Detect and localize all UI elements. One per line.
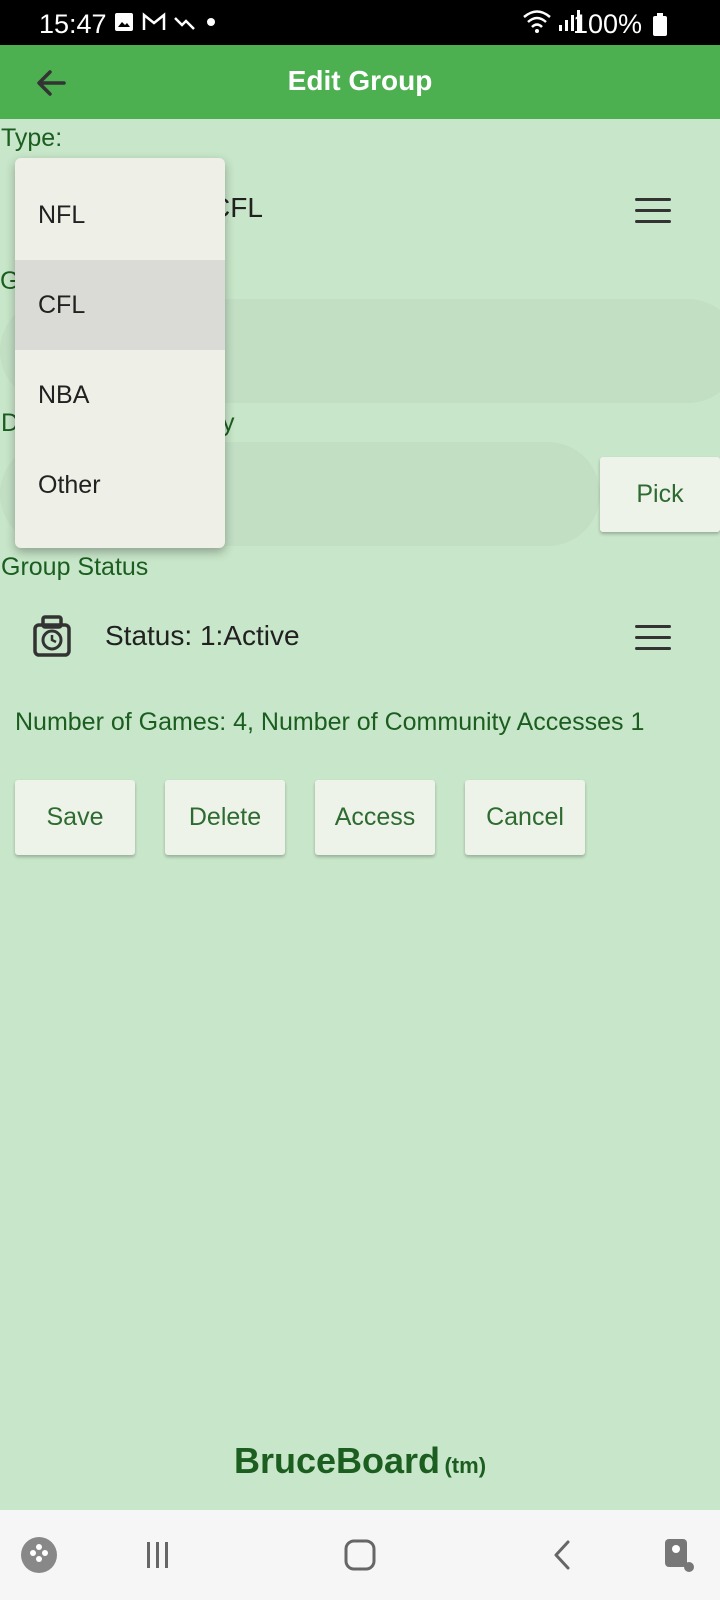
system-nav-bar: [0, 1510, 720, 1600]
gmail-icon: [142, 12, 166, 37]
dropdown-option-nba[interactable]: NBA: [15, 350, 225, 440]
home-icon[interactable]: [337, 1532, 383, 1578]
status-time: 15:47: [39, 9, 107, 39]
type-label: Type:: [1, 124, 63, 152]
assist-icon[interactable]: [656, 1532, 702, 1578]
brand-name: BruceBoard: [233, 1440, 441, 1481]
info-text: Number of Games: 4, Number of Community …: [15, 708, 645, 736]
battery-percent: 100%: [572, 9, 642, 39]
type-dropdown-menu: NFL CFL NBA Other: [15, 158, 225, 548]
page-title: Edit Group: [287, 65, 433, 96]
pick-button[interactable]: Pick: [600, 457, 720, 532]
dropdown-option-other[interactable]: Other: [15, 440, 225, 530]
group-status-label: Group Status: [1, 553, 149, 581]
status-menu-icon[interactable]: [635, 625, 671, 653]
status-value[interactable]: Status: 1:Active: [105, 620, 300, 652]
game-launcher-icon[interactable]: [16, 1532, 62, 1578]
delete-button[interactable]: Delete: [165, 780, 285, 855]
type-menu-icon[interactable]: [635, 198, 671, 226]
image-icon: [114, 12, 134, 37]
save-button[interactable]: Save: [15, 780, 135, 855]
wifi-icon: [522, 8, 552, 41]
app-bar: Edit Group: [0, 45, 720, 119]
dot-icon: [204, 12, 218, 37]
access-button[interactable]: Access: [315, 780, 435, 855]
battery-icon: [652, 13, 668, 44]
recents-icon[interactable]: [135, 1532, 181, 1578]
status-bar: 15:47 100%: [0, 0, 720, 45]
cancel-button[interactable]: Cancel: [465, 780, 585, 855]
brand-tm: (tm): [444, 1453, 487, 1478]
trend-icon: [174, 12, 196, 37]
dropdown-option-cfl[interactable]: CFL: [15, 260, 225, 350]
brand-footer: BruceBoard (tm): [0, 1440, 720, 1482]
timer-icon: [33, 615, 71, 657]
dropdown-option-nfl[interactable]: NFL: [15, 170, 225, 260]
back-icon[interactable]: [540, 1532, 586, 1578]
